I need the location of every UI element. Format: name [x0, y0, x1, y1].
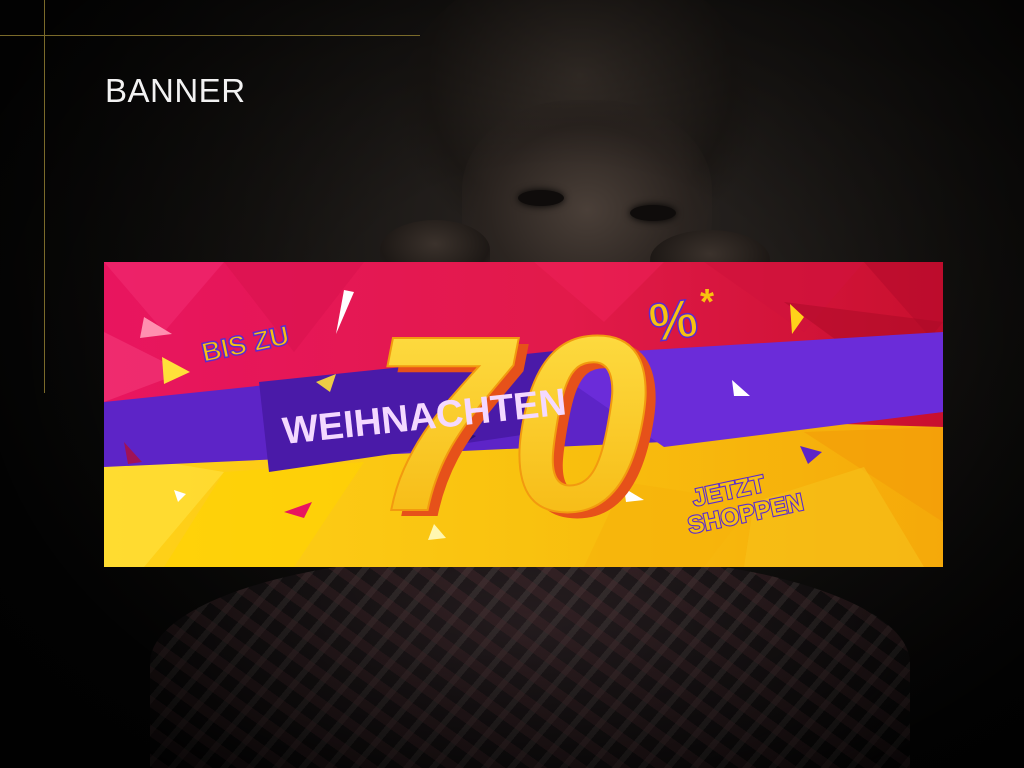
promo-banner[interactable]: 70 70 BIS ZU % * WEIHNACHTEN JETZT SHOPP…	[104, 262, 943, 567]
percent-sign: %	[645, 288, 701, 354]
asterisk: *	[700, 281, 714, 322]
section-title: BANNER	[105, 72, 246, 109]
guide-line-horizontal	[0, 35, 420, 36]
guide-line-vertical	[44, 0, 45, 393]
